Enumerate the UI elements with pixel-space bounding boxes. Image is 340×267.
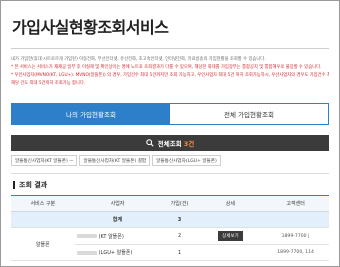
detail-cell: 상세보기 bbox=[198, 227, 263, 245]
carrier-filter-group: 알뜰통신사업자(KT 알뜰폰) ㅡ 알뜰통신사업자(KT 알뜰폰) 결합 알뜰통… bbox=[11, 155, 221, 166]
customer-center-phone: 1899-7700 | bbox=[281, 233, 310, 239]
filter-lgu-mvno[interactable]: 알뜰통신사업자(LGU+ 알뜰폰) bbox=[152, 155, 221, 166]
filter-kt-mvno[interactable]: 알뜰통신사업자(KT 알뜰폰) ㅡ bbox=[11, 155, 78, 166]
notice-line-warning-1: * 본 서비스는 서비스가 재제공 일부 후 이실제 및 확인상이는 명에 노트… bbox=[11, 65, 322, 70]
table-header-row: 서비스 구분 사업자 가입(건) 상세 고객센터 bbox=[11, 195, 329, 212]
lookup-tabs: 나의 가입현황조회 전체 가입현황조회 bbox=[11, 103, 329, 125]
detail-button[interactable]: 상세보기 bbox=[218, 231, 243, 241]
carrier-cell: (LGU+ 알뜰폰) bbox=[74, 244, 161, 261]
carrier-name: (KT 알뜰폰) bbox=[98, 233, 124, 240]
service-type-cell: 알뜰폰 bbox=[11, 227, 75, 261]
masked-name bbox=[76, 234, 97, 238]
detail-cell bbox=[198, 244, 263, 261]
notice-line-intro: 내가 가입한(휴대·시트로르게 가입된) 이동전화, 무선인터넷, 유선전화, … bbox=[11, 57, 266, 62]
view-all-button[interactable]: 전체조회 3건 bbox=[11, 135, 329, 151]
total-label: 합계 bbox=[74, 211, 161, 228]
results-section-title: 조회 결과 bbox=[13, 180, 47, 190]
carrier-cell: (KT 알뜰폰) bbox=[74, 227, 161, 245]
total-count: 3 bbox=[160, 211, 199, 228]
section-marker bbox=[13, 181, 15, 189]
tab-all-subscriptions[interactable]: 전체 가입현황조회 bbox=[170, 104, 328, 124]
view-all-count: 3건 bbox=[183, 140, 195, 148]
count-cell: 1 bbox=[160, 244, 199, 261]
col-count: 가입(건) bbox=[160, 195, 199, 212]
table-row: 알뜰폰 (KT 알뜰폰) 2 상세보기 1899-7700 | bbox=[11, 227, 329, 261]
view-all-label: 전체조회 bbox=[157, 140, 182, 148]
title-divider bbox=[11, 48, 329, 49]
filter-kt-mvno-bundle[interactable]: 알뜰통신사업자(KT 알뜰폰) 결합 bbox=[79, 155, 151, 166]
notice-line-warning-2: * 우인사업자(MVNO(KT, LGU+), MVNO(알뜰폰)) 의 경우,… bbox=[11, 73, 329, 78]
customer-center-phone: 1899-7700, 114 bbox=[277, 250, 314, 255]
notice-line-warning-3: 해당 건도 최대 5건까지 조회가능 합니다. bbox=[11, 81, 86, 86]
service-notice: 내가 가입한(휴대·시트로르게 가입된) 이동전화, 무선인터넷, 유선전화, … bbox=[11, 56, 329, 88]
customer-center-cell: 1899-7700, 114 bbox=[262, 244, 329, 261]
masked-name bbox=[76, 250, 97, 255]
col-service-type: 서비스 구분 bbox=[11, 195, 75, 212]
tab-my-subscriptions[interactable]: 나의 가입현황조회 bbox=[12, 104, 170, 124]
carrier-name: (LGU+ 알뜰폰) bbox=[98, 250, 133, 256]
results-title-text: 조회 결과 bbox=[19, 181, 48, 189]
col-customer-center: 고객센터 bbox=[262, 195, 329, 212]
page-title: 가입사실현황조회서비스 bbox=[12, 18, 169, 37]
customer-center-cell: 1899-7700 | bbox=[262, 227, 329, 245]
section-divider bbox=[11, 173, 329, 174]
col-carrier: 사업자 bbox=[74, 195, 161, 212]
results-table: 서비스 구분 사업자 가입(건) 상세 고객센터 합계 3 알뜰폰 (KT 알뜰… bbox=[11, 195, 329, 261]
col-detail: 상세 bbox=[198, 195, 263, 212]
total-row: 합계 3 bbox=[11, 211, 329, 228]
count-cell: 2 bbox=[160, 227, 199, 245]
search-icon bbox=[146, 139, 154, 147]
